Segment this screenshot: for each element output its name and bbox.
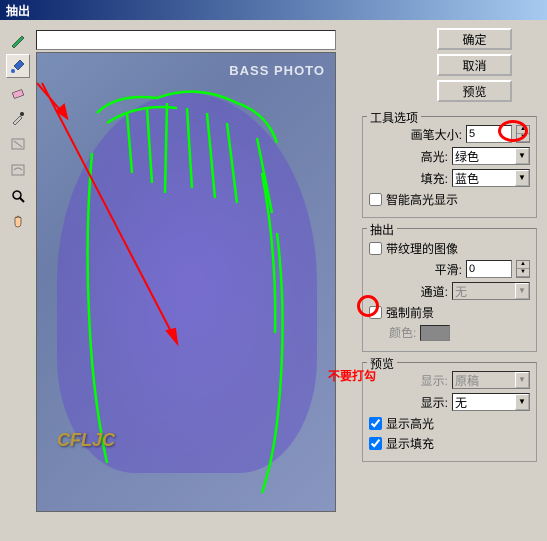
chevron-down-icon: ▼ — [515, 394, 529, 410]
smooth-label: 平滑: — [435, 261, 462, 278]
edge-highlighter-tool[interactable] — [6, 28, 30, 52]
show-as-label: 显示: — [421, 394, 448, 411]
textured-label: 带纹理的图像 — [386, 240, 458, 257]
smooth-spinner[interactable]: ▲▼ — [516, 260, 530, 278]
show-fill-checkbox[interactable] — [369, 437, 382, 450]
show-original-dropdown[interactable]: 原稿▼ — [452, 371, 530, 389]
textured-checkbox[interactable] — [369, 242, 382, 255]
brush-size-input[interactable] — [466, 125, 512, 143]
show-original-label: 显示: — [421, 372, 448, 389]
preview-group: 预览 显示: 原稿▼ 显示: 无▼ 显示高光 显示填充 — [362, 362, 537, 462]
brush-size-spinner[interactable]: ▲▼ — [516, 125, 530, 143]
annotation-text-dontcheck: 不要打勾 — [328, 367, 376, 384]
highlight-dropdown[interactable]: 绿色▼ — [452, 147, 530, 165]
ok-button[interactable]: 确定 — [437, 28, 512, 50]
watermark-top: BASS PHOTO — [229, 63, 325, 78]
force-fg-label: 强制前景 — [386, 304, 434, 321]
extract-group: 抽出 带纹理的图像 平滑: ▲▼ 通道: 无▼ 强制前景 颜色: — [362, 228, 537, 352]
titlebar: 抽出 — [0, 0, 547, 20]
cancel-button[interactable]: 取消 — [437, 54, 512, 76]
zoom-tool[interactable] — [6, 184, 30, 208]
fill-label: 填充: — [421, 170, 448, 187]
smart-highlight-checkbox[interactable] — [369, 193, 382, 206]
chevron-down-icon: ▼ — [515, 148, 529, 164]
cleanup-tool[interactable] — [6, 132, 30, 156]
preview-bar — [36, 30, 336, 50]
smart-highlight-label: 智能高光显示 — [386, 191, 458, 208]
chevron-down-icon: ▼ — [515, 170, 529, 186]
chevron-down-icon: ▼ — [515, 372, 529, 388]
image-preview[interactable]: BASS PHOTO CFLJC — [36, 52, 336, 512]
show-fill-label: 显示填充 — [386, 435, 434, 452]
toolbar — [0, 20, 36, 541]
eyedropper-tool[interactable] — [6, 106, 30, 130]
highlight-label: 高光: — [421, 148, 448, 165]
fill-dropdown[interactable]: 蓝色▼ — [452, 169, 530, 187]
chevron-down-icon: ▼ — [515, 283, 529, 299]
watermark-bottom: CFLJC — [57, 430, 115, 451]
color-label: 颜色: — [389, 324, 416, 341]
channel-label: 通道: — [421, 283, 448, 300]
right-panel: 确定 取消 预览 工具选项 画笔大小: ▲▼ 高光: 绿色▼ 填充: 蓝色▼ 智… — [352, 20, 547, 541]
content: BASS PHOTO CFLJC 确定 取消 预览 工具选项 画笔大小: ▲▼ … — [0, 20, 547, 541]
color-swatch[interactable] — [420, 325, 450, 341]
eraser-tool[interactable] — [6, 80, 30, 104]
hand-tool[interactable] — [6, 210, 30, 234]
force-fg-checkbox[interactable] — [369, 306, 382, 319]
tool-options-title: 工具选项 — [367, 109, 421, 126]
show-highlight-label: 显示高光 — [386, 415, 434, 432]
channel-dropdown[interactable]: 无▼ — [452, 282, 530, 300]
edge-touchup-tool[interactable] — [6, 158, 30, 182]
brush-size-label: 画笔大小: — [411, 126, 462, 143]
extract-title: 抽出 — [367, 221, 397, 238]
show-highlight-checkbox[interactable] — [369, 417, 382, 430]
tool-options-group: 工具选项 画笔大小: ▲▼ 高光: 绿色▼ 填充: 蓝色▼ 智能高光显示 — [362, 116, 537, 218]
show-as-dropdown[interactable]: 无▼ — [452, 393, 530, 411]
smooth-input[interactable] — [466, 260, 512, 278]
preview-button[interactable]: 预览 — [437, 80, 512, 102]
canvas-area: BASS PHOTO CFLJC — [36, 20, 352, 541]
fill-tool[interactable] — [6, 54, 30, 78]
